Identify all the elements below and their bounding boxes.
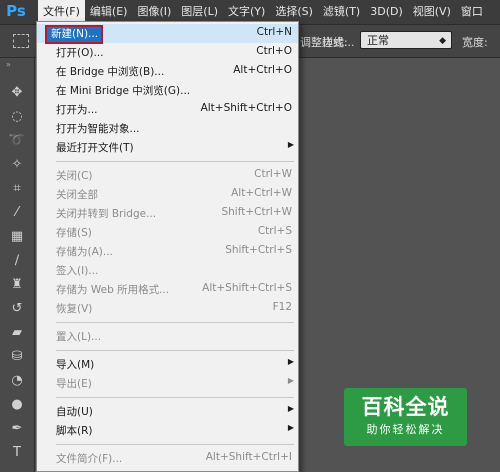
menu-item-shortcut: F12 bbox=[272, 301, 292, 313]
menu-item-label: 在 Mini Bridge 中浏览(G)... bbox=[56, 85, 191, 97]
menu-item-shortcut: Alt+Shift+Ctrl+S bbox=[202, 282, 292, 294]
file-menu-dropdown: 新建(N)... Ctrl+N 打开(O)... Ctrl+O 在 Bridge… bbox=[36, 21, 299, 472]
menu-item-automate[interactable]: 自动(U) ▶ bbox=[37, 402, 298, 421]
menu-item-open[interactable]: 打开(O)... Ctrl+O bbox=[37, 43, 298, 62]
menu-view[interactable]: 视图(V) bbox=[408, 0, 456, 24]
pen-tool-icon[interactable]: ✒ bbox=[7, 420, 27, 438]
menu-item-open-as-smart-object[interactable]: 打开为智能对象... bbox=[37, 119, 298, 138]
menu-item-import[interactable]: 导入(M) ▶ bbox=[37, 355, 298, 374]
eraser-tool-icon[interactable]: ▰ bbox=[7, 324, 27, 342]
menu-separator bbox=[56, 444, 294, 445]
magic-wand-icon[interactable]: ✧ bbox=[7, 156, 27, 174]
eyedropper-icon[interactable]: ⁄ bbox=[7, 204, 27, 222]
lasso-tool-icon[interactable]: ➰ bbox=[7, 132, 27, 150]
menu-item-shortcut: Alt+Shift+Ctrl+I bbox=[205, 451, 292, 463]
menu-item-label: 关闭(C) bbox=[56, 170, 93, 182]
width-label: 宽度: bbox=[462, 36, 488, 49]
watermark-logo: 百科全说 助你轻松解决 bbox=[344, 388, 467, 446]
elliptical-marquee-icon[interactable]: ◌ bbox=[7, 108, 27, 126]
rectangular-marquee-icon[interactable] bbox=[13, 34, 29, 48]
menu-item-label: 关闭全部 bbox=[56, 189, 98, 201]
menu-filter[interactable]: 滤镜(T) bbox=[318, 0, 365, 24]
submenu-arrow-icon: ▶ bbox=[287, 140, 294, 149]
watermark-subtitle: 助你轻松解决 bbox=[366, 423, 445, 436]
menu-item-label: 自动(U) bbox=[56, 406, 93, 418]
move-tool-icon[interactable]: ✥ bbox=[7, 84, 27, 102]
submenu-arrow-icon: ▶ bbox=[287, 376, 294, 385]
menu-separator bbox=[56, 161, 294, 162]
menu-item-export[interactable]: 导出(E) ▶ bbox=[37, 374, 298, 393]
menu-item-close-all[interactable]: 关闭全部 Alt+Ctrl+W bbox=[37, 185, 298, 204]
menu-item-shortcut: Ctrl+O bbox=[256, 45, 292, 57]
menu-item-close[interactable]: 关闭(C) Ctrl+W bbox=[37, 166, 298, 185]
submenu-arrow-icon: ▶ bbox=[287, 423, 294, 432]
menu-item-save-as[interactable]: 存储为(A)... Shift+Ctrl+S bbox=[37, 242, 298, 261]
clone-stamp-icon[interactable]: ♜ bbox=[7, 276, 27, 294]
menu-item-label: 置入(L)... bbox=[56, 331, 102, 343]
menu-separator bbox=[56, 350, 294, 351]
brush-tool-icon[interactable]: ∕ bbox=[7, 252, 27, 270]
menu-item-label: 存储为(A)... bbox=[56, 246, 113, 258]
dodge-tool-icon[interactable]: ● bbox=[7, 396, 27, 414]
watermark-title: 百科全说 bbox=[361, 395, 450, 419]
menu-item-label: 打开为智能对象... bbox=[56, 123, 140, 135]
menu-item-label: 新建(N)... bbox=[45, 25, 104, 44]
menu-item-save[interactable]: 存储(S) Ctrl+S bbox=[37, 223, 298, 242]
menu-item-shortcut: Alt+Ctrl+W bbox=[231, 187, 292, 199]
history-brush-icon[interactable]: ↺ bbox=[7, 300, 27, 318]
panel-grip-icon[interactable]: » bbox=[6, 60, 12, 69]
menu-item-label: 文件简介(F)... bbox=[56, 453, 123, 465]
menu-item-shortcut: Shift+Ctrl+S bbox=[225, 244, 292, 256]
submenu-arrow-icon: ▶ bbox=[287, 404, 294, 413]
menu-item-browse-bridge[interactable]: 在 Bridge 中浏览(B)... Alt+Ctrl+O bbox=[37, 62, 298, 81]
submenu-arrow-icon: ▶ bbox=[287, 357, 294, 366]
menu-item-new[interactable]: 新建(N)... Ctrl+N bbox=[37, 24, 298, 44]
photoshop-logo: Ps bbox=[6, 2, 26, 20]
type-tool-icon[interactable]: T bbox=[7, 444, 27, 462]
menu-3d[interactable]: 3D(D) bbox=[365, 0, 408, 24]
menu-item-label: 最近打开文件(T) bbox=[56, 142, 134, 154]
menu-item-browse-mini-bridge[interactable]: 在 Mini Bridge 中浏览(G)... bbox=[37, 81, 298, 100]
menu-item-shortcut: Ctrl+S bbox=[257, 225, 292, 237]
menu-item-scripts[interactable]: 脚本(R) ▶ bbox=[37, 421, 298, 440]
menu-item-file-info[interactable]: 文件简介(F)... Alt+Shift+Ctrl+I bbox=[37, 449, 298, 468]
blur-tool-icon[interactable]: ◔ bbox=[7, 372, 27, 390]
style-dropdown-value: 正常 bbox=[367, 34, 389, 47]
menu-item-label: 签入(I)... bbox=[56, 265, 99, 277]
menu-item-shortcut: Alt+Shift+Ctrl+O bbox=[200, 102, 292, 114]
menu-separator bbox=[56, 397, 294, 398]
menu-item-label: 打开为... bbox=[56, 104, 98, 116]
menu-item-label: 恢复(V) bbox=[56, 303, 93, 315]
menu-item-shortcut: Alt+Ctrl+O bbox=[233, 64, 292, 76]
menu-item-open-as[interactable]: 打开为... Alt+Shift+Ctrl+O bbox=[37, 100, 298, 119]
menu-item-save-for-web[interactable]: 存储为 Web 所用格式... Alt+Shift+Ctrl+S bbox=[37, 280, 298, 299]
tools-panel: » ✥ ◌ ➰ ✧ ⌗ ⁄ ▦ ∕ ♜ ↺ ▰ ⛁ ◔ ● ✒ T bbox=[0, 58, 35, 472]
menu-item-close-go-bridge[interactable]: 关闭并转到 Bridge... Shift+Ctrl+W bbox=[37, 204, 298, 223]
menu-item-label: 打开(O)... bbox=[56, 47, 104, 59]
menu-item-place[interactable]: 置入(L)... bbox=[37, 327, 298, 346]
style-label: 样式: bbox=[322, 36, 348, 49]
chevron-updown-icon: ◆ bbox=[439, 36, 446, 46]
menu-item-label: 关闭并转到 Bridge... bbox=[56, 208, 157, 220]
menu-item-label: 存储为 Web 所用格式... bbox=[56, 284, 170, 296]
menu-item-shortcut: Shift+Ctrl+W bbox=[221, 206, 292, 218]
menu-item-check-in[interactable]: 签入(I)... bbox=[37, 261, 298, 280]
menu-window[interactable]: 窗口 bbox=[456, 0, 488, 24]
menu-item-revert[interactable]: 恢复(V) F12 bbox=[37, 299, 298, 318]
paint-bucket-icon[interactable]: ⛁ bbox=[7, 348, 27, 366]
menu-item-shortcut: Ctrl+W bbox=[254, 168, 292, 180]
menu-item-label: 存储(S) bbox=[56, 227, 92, 239]
menu-item-recent-files[interactable]: 最近打开文件(T) ▶ bbox=[37, 138, 298, 157]
menu-separator bbox=[56, 322, 294, 323]
menu-item-label: 导出(E) bbox=[56, 378, 92, 390]
crop-tool-icon[interactable]: ⌗ bbox=[7, 180, 27, 198]
style-dropdown[interactable]: 正常 ◆ bbox=[360, 31, 452, 49]
menu-item-label: 导入(M) bbox=[56, 359, 95, 371]
patch-tool-icon[interactable]: ▦ bbox=[7, 228, 27, 246]
menu-item-shortcut: Ctrl+N bbox=[256, 26, 292, 38]
menu-item-label: 在 Bridge 中浏览(B)... bbox=[56, 66, 165, 78]
menu-item-label: 脚本(R) bbox=[56, 425, 93, 437]
